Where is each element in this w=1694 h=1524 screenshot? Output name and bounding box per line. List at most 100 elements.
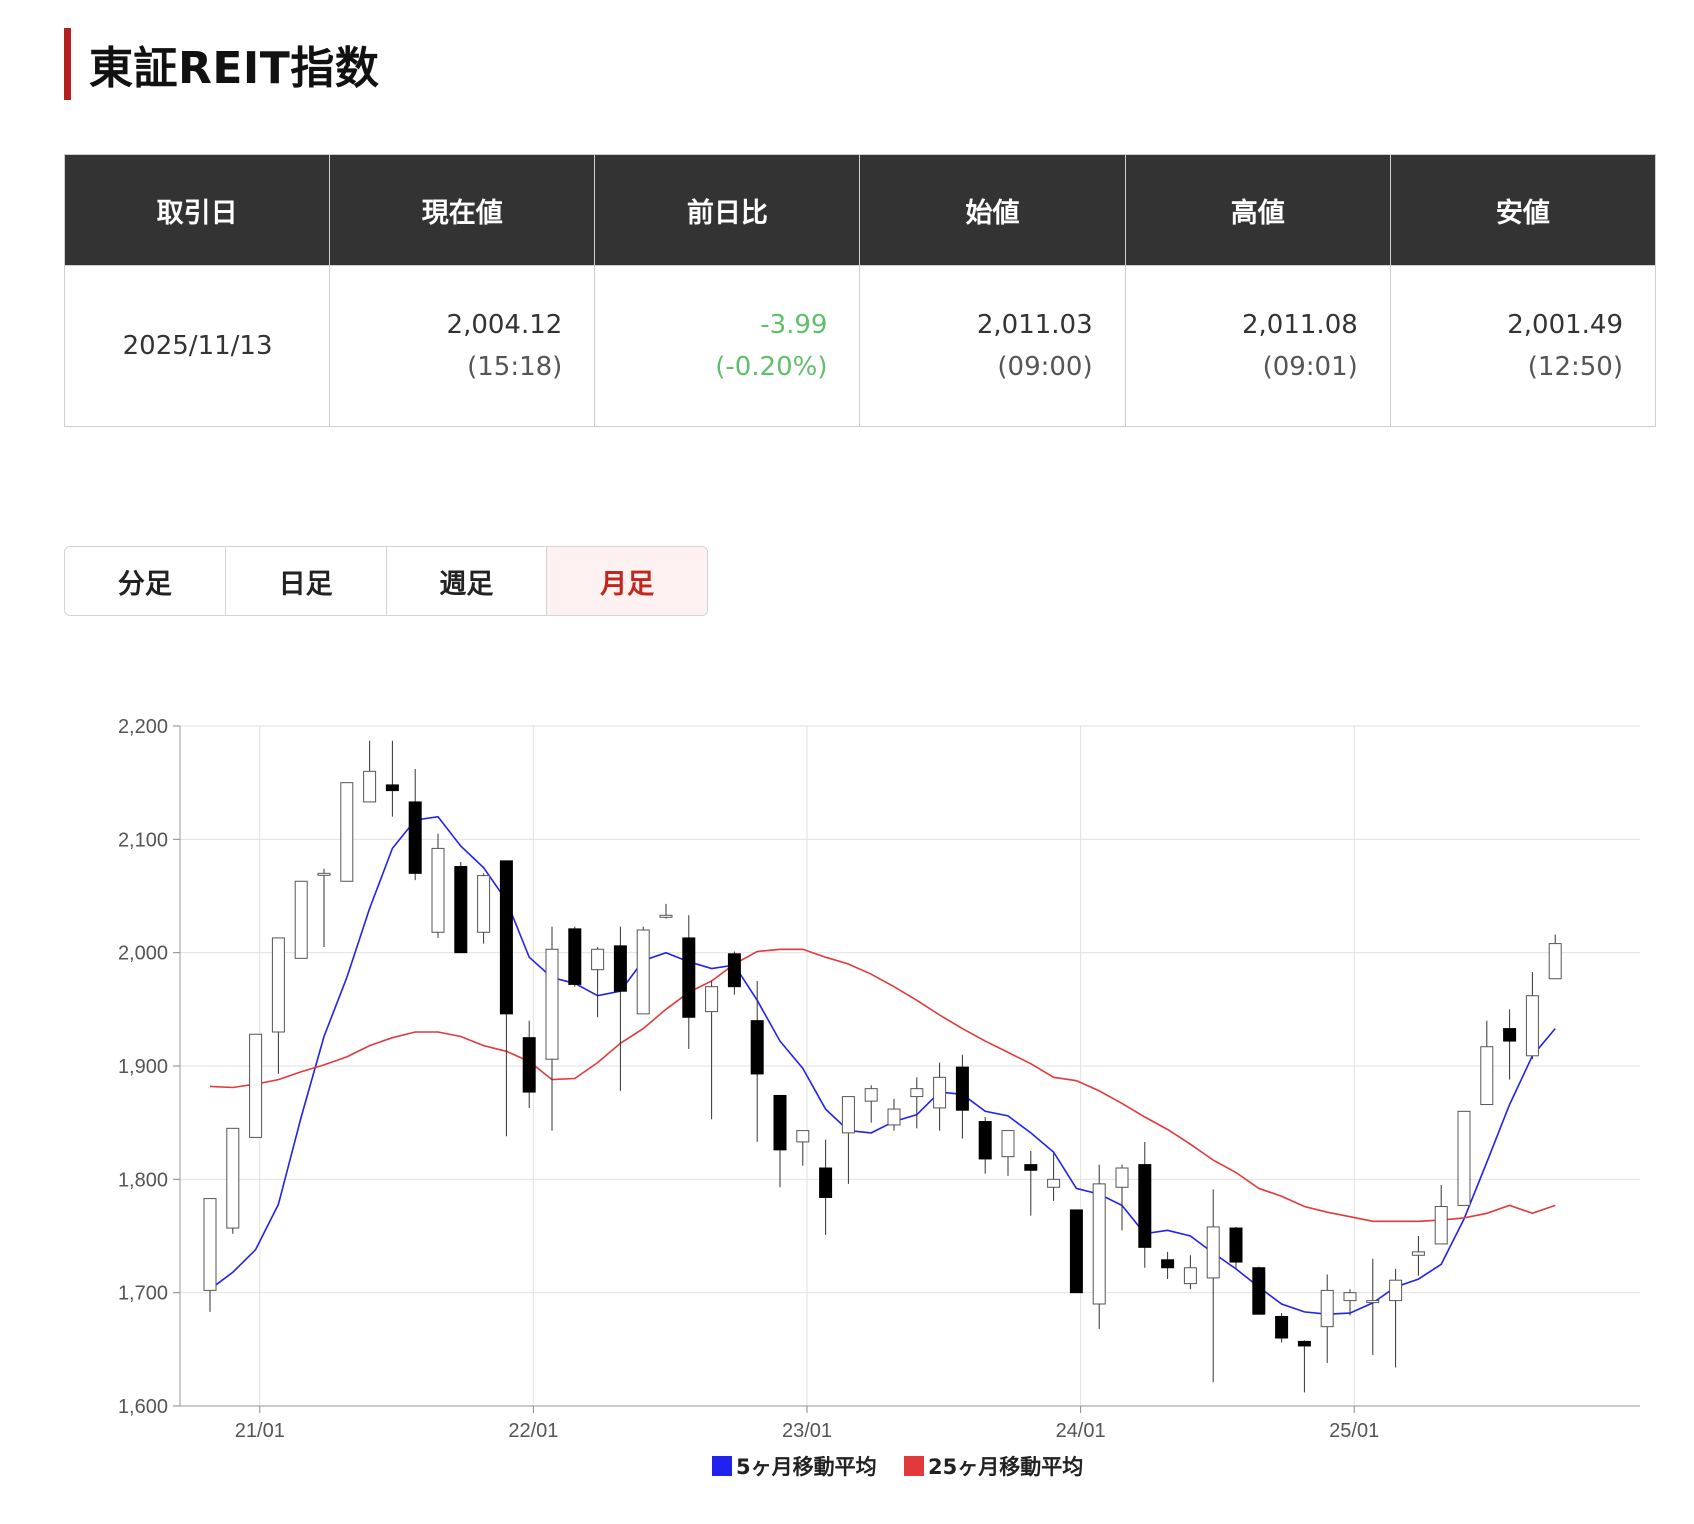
candle (1138, 1141, 1152, 1268)
candle-body-down (727, 953, 741, 988)
candle-body-up (1480, 1046, 1494, 1106)
candle (1297, 1340, 1311, 1393)
candle-body-up (294, 880, 308, 959)
y-tick-label: 1,600 (118, 1396, 168, 1418)
candle (1161, 1251, 1175, 1280)
candle (271, 937, 285, 1074)
candle (1252, 1266, 1266, 1315)
candle (1047, 1153, 1061, 1201)
candle-body-up (705, 986, 719, 1013)
candle-body-up (1183, 1267, 1197, 1285)
chart-period-tabs: 分足 日足 週足 月足 (64, 546, 708, 616)
candle (1183, 1255, 1197, 1290)
candle (249, 1033, 263, 1138)
high-time: (09:01) (1262, 352, 1358, 382)
candle-body-up (1411, 1251, 1425, 1256)
page-header: 東証REIT指数 (64, 28, 379, 100)
candle-body-up (659, 914, 673, 918)
candle (750, 981, 764, 1142)
candle (203, 1198, 217, 1312)
high-cell: 2,011.08 (09:01) (1124, 265, 1391, 427)
y-tick-label: 1,700 (118, 1283, 168, 1305)
change-value: -3.99 (760, 310, 828, 340)
candle (1503, 1009, 1517, 1080)
candle-body-up (1047, 1178, 1061, 1188)
candle (705, 981, 719, 1120)
candle (955, 1054, 969, 1139)
candle (1548, 934, 1562, 980)
candle-body-up (933, 1076, 947, 1109)
high-value: 2,011.08 (1242, 310, 1358, 340)
candle-body-down (1503, 1028, 1517, 1042)
candle-body-down (499, 860, 513, 1015)
header-open: 始値 (859, 154, 1126, 266)
header-current-price: 現在値 (329, 154, 596, 266)
candle (1480, 1020, 1494, 1106)
candle (819, 1139, 833, 1235)
change-percent: (-0.20%) (715, 352, 828, 382)
y-tick-label: 2,100 (118, 829, 168, 851)
legend-label-ma25: 25ヶ月移動平均 (928, 1455, 1083, 1479)
tab-monthly[interactable]: 月足 (547, 547, 707, 615)
candle-body-down (1297, 1340, 1311, 1347)
x-tick-label: 23/01 (782, 1420, 832, 1442)
candle-body-up (1092, 1183, 1106, 1305)
candlesticks (203, 740, 1562, 1393)
x-tick-label: 25/01 (1329, 1420, 1379, 1442)
candle-body-down (1229, 1227, 1243, 1263)
candle (864, 1085, 878, 1123)
candle-body-up (203, 1198, 217, 1291)
candle-body-up (1001, 1130, 1015, 1158)
candle (363, 740, 377, 803)
candle (408, 769, 422, 881)
candle-body-down (1275, 1315, 1289, 1339)
candle (659, 903, 673, 919)
low-time: (12:50) (1527, 352, 1623, 382)
candle-body-up (887, 1108, 901, 1126)
candle-body-up (864, 1088, 878, 1102)
tab-minute[interactable]: 分足 (65, 547, 226, 615)
tab-daily[interactable]: 日足 (225, 547, 387, 615)
candle-body-up (1366, 1300, 1380, 1304)
candle (499, 860, 513, 1137)
chart-legend: 5ヶ月移動平均 25ヶ月移動平均 (712, 1455, 1083, 1479)
candle (568, 926, 582, 987)
candle (1001, 1130, 1015, 1176)
header-high: 高値 (1124, 154, 1391, 266)
candle-body-up (226, 1127, 240, 1229)
y-tick-label: 2,200 (118, 716, 168, 738)
candle (1389, 1268, 1403, 1368)
open-value: 2,011.03 (976, 310, 1093, 340)
current-price-time: (15:18) (467, 352, 563, 382)
candle-body-down (408, 801, 422, 874)
candle (1229, 1226, 1243, 1268)
candle (1024, 1151, 1038, 1216)
open-cell: 2,011.03 (09:00) (859, 265, 1126, 427)
legend-swatch-ma5 (712, 1456, 732, 1476)
candle-body-down (1252, 1267, 1266, 1315)
y-tick-label: 1,800 (118, 1169, 168, 1191)
candle (1525, 971, 1539, 1060)
candle-body-up (431, 847, 445, 933)
candle-body-down (613, 945, 627, 992)
candle-body-down (1161, 1259, 1175, 1269)
candle (1069, 1209, 1083, 1294)
header-low: 安値 (1389, 154, 1657, 266)
candle (454, 862, 468, 954)
candle-body-down (819, 1167, 833, 1198)
candle (1275, 1313, 1289, 1343)
candle-body-up (1457, 1110, 1471, 1206)
header-trade-date: 取引日 (63, 154, 331, 266)
candle-body-up (1434, 1206, 1448, 1245)
change-cell: -3.99 (-0.20%) (594, 265, 861, 427)
candle-body-up (1389, 1279, 1403, 1302)
candle-body-down (773, 1094, 787, 1151)
quote-header-row: 取引日 現在値 前日比 始値 高値 安値 (63, 154, 1657, 266)
candle (317, 868, 331, 947)
candle (1206, 1189, 1220, 1383)
candle-body-up (841, 1096, 855, 1134)
candle-body-up (545, 948, 559, 1060)
tab-weekly[interactable]: 週足 (386, 547, 548, 615)
candle-body-up (910, 1088, 924, 1098)
candle-body-up (340, 782, 354, 882)
